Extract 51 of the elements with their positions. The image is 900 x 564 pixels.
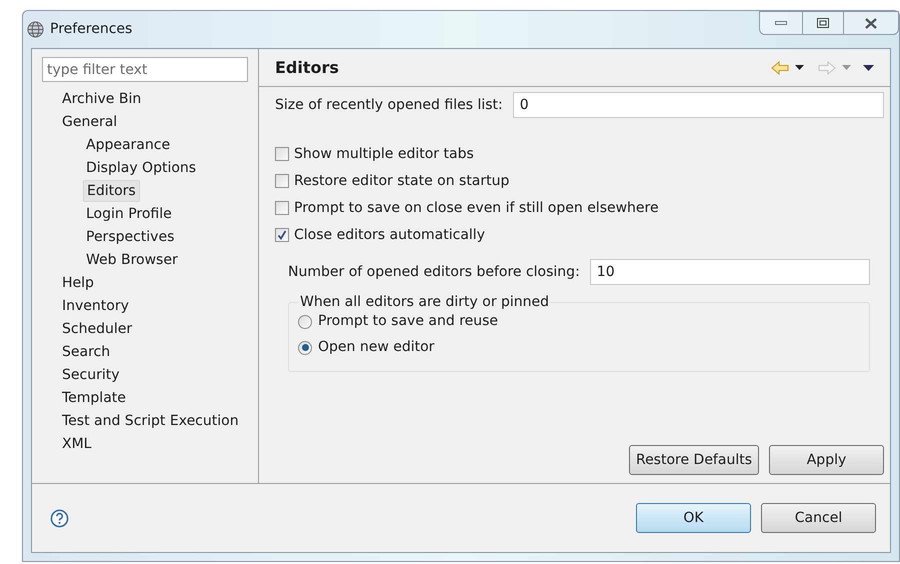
restore-defaults-button[interactable]: Restore Defaults: [628, 445, 759, 475]
page-title: Editors: [275, 56, 339, 78]
field-label: Number of opened editors before closing:: [288, 262, 580, 282]
tree-item[interactable]: Web Browser: [86, 250, 178, 270]
radio-label: Open new editor: [318, 338, 434, 357]
checkbox[interactable]: [275, 201, 289, 215]
field-label: Size of recently opened files list:: [275, 96, 503, 114]
tree-item[interactable]: Scheduler: [62, 318, 132, 338]
group-title: When all editors are dirty or pinned: [298, 293, 552, 311]
checkbox-label: Restore editor state on startup: [294, 172, 510, 190]
checkbox[interactable]: [275, 174, 289, 188]
tree-item[interactable]: General: [62, 112, 118, 132]
ok-button[interactable]: OK: [636, 503, 751, 533]
window-title: Preferences: [50, 20, 132, 39]
filter-field[interactable]: type filter text: [42, 57, 248, 82]
checkbox[interactable]: [275, 147, 289, 161]
tree-item[interactable]: Archive Bin: [62, 88, 142, 108]
tree-item[interactable]: XML: [62, 434, 92, 454]
tree-item[interactable]: Display Options: [86, 158, 196, 178]
help-icon[interactable]: [50, 508, 69, 528]
close-icon: [864, 18, 878, 28]
tree-item[interactable]: Editors: [83, 180, 140, 202]
checkbox-label: Show multiple editor tabs: [294, 144, 474, 164]
tree-item[interactable]: Inventory: [62, 296, 129, 316]
radio-button[interactable]: [298, 314, 312, 328]
minimize-button[interactable]: [759, 11, 803, 35]
minimize-icon: [775, 21, 787, 25]
back-arrow-icon[interactable]: [771, 60, 789, 74]
recent-files-field[interactable]: 0: [512, 92, 884, 118]
globe-icon: [27, 21, 44, 38]
tree-item[interactable]: Security: [62, 364, 120, 384]
tree-item[interactable]: Search: [62, 342, 110, 362]
tree-item[interactable]: Test and Script Execution: [62, 410, 239, 430]
tree-item[interactable]: Login Profile: [86, 204, 172, 224]
tree-item[interactable]: Help: [62, 272, 94, 292]
caret-icon[interactable]: [795, 65, 804, 70]
radio-button[interactable]: [298, 340, 312, 354]
editors-count-field[interactable]: 10: [590, 259, 870, 285]
tree-item[interactable]: Appearance: [86, 134, 170, 154]
apply-button[interactable]: Apply: [769, 445, 884, 475]
menu-caret-icon[interactable]: [863, 64, 874, 70]
checkbox-label: Prompt to save on close even if still open elsewhere: [294, 198, 659, 218]
maximize-icon: [817, 18, 829, 28]
tree-item[interactable]: Template: [62, 388, 126, 408]
radio-label: Prompt to save and reuse: [318, 312, 498, 331]
cancel-button[interactable]: Cancel: [761, 503, 876, 533]
maximize-button[interactable]: [803, 11, 843, 35]
checkbox[interactable]: [275, 228, 289, 242]
tree-item[interactable]: Perspectives: [86, 226, 174, 246]
checkbox-label: Close editors automatically: [294, 226, 485, 244]
close-button[interactable]: [843, 11, 899, 35]
